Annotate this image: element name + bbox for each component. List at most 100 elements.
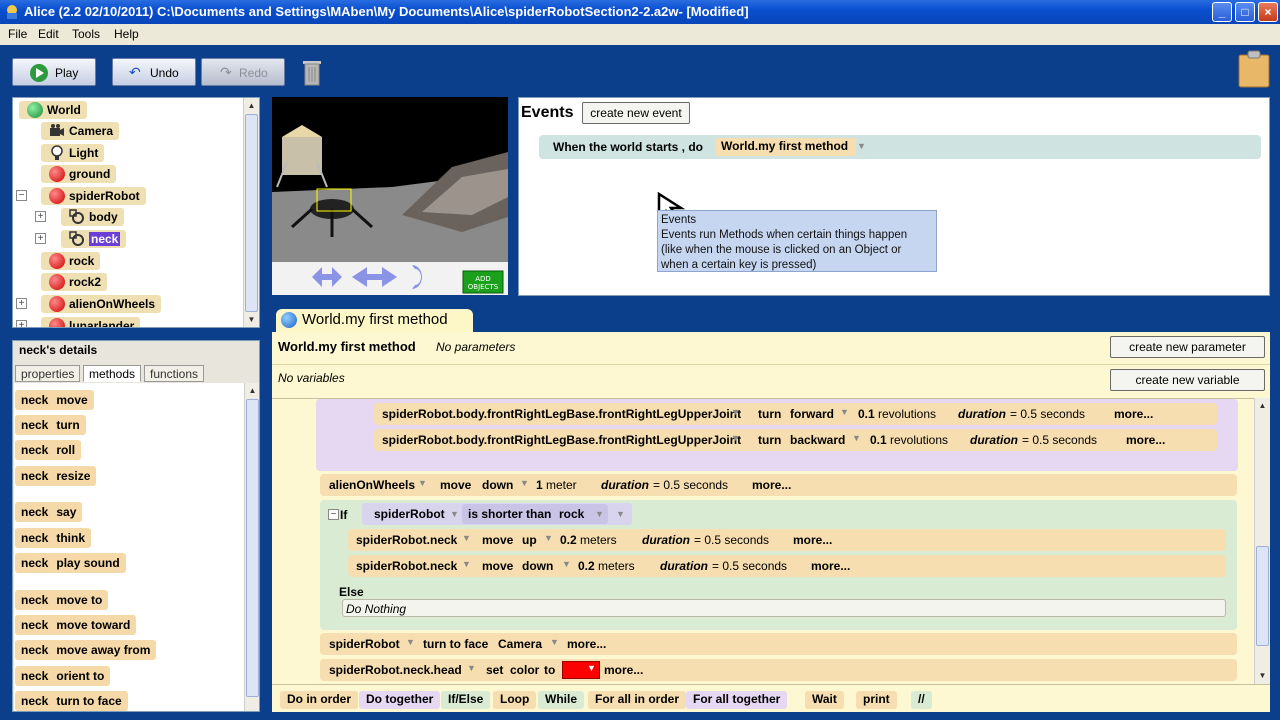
stmt-amount[interactable]: 0.2	[578, 559, 595, 573]
method-tile[interactable]: neck resize	[15, 466, 97, 486]
tab-methods[interactable]: methods	[83, 365, 142, 382]
dropdown-arrow-icon[interactable]: ▼	[462, 533, 471, 543]
create-new-variable-button[interactable]: create new variable	[1110, 369, 1265, 391]
dropdown-arrow-icon[interactable]: ▼	[595, 509, 604, 519]
redo-button[interactable]: ↷ Redo	[201, 58, 285, 86]
details-scrollbar[interactable]: ▲	[244, 383, 259, 711]
loop-tile[interactable]: Loop	[493, 691, 537, 709]
tree-item-ground[interactable]: ground	[41, 165, 117, 183]
scroll-thumb[interactable]	[246, 399, 259, 697]
scroll-down-icon[interactable]: ▼	[244, 312, 259, 327]
statement-line[interactable]: spiderRobot ▼ turn to face Camera ▼ more…	[320, 633, 1237, 655]
tree-item-lunarlander[interactable]: lunarlander	[41, 317, 141, 327]
scroll-thumb[interactable]	[1256, 546, 1269, 646]
method-tile[interactable]: neck roll	[15, 440, 82, 460]
tab-functions[interactable]: functions	[144, 365, 205, 382]
method-tile[interactable]: neck move	[15, 390, 94, 410]
while-tile[interactable]: While	[538, 691, 584, 709]
expand-toggle[interactable]: +	[35, 211, 46, 222]
tree-item-alienonwheels[interactable]: alienOnWheels	[41, 295, 162, 313]
stmt-direction[interactable]: down	[522, 559, 553, 573]
scroll-down-icon[interactable]: ▼	[1255, 668, 1270, 683]
tree-item-camera[interactable]: Camera	[41, 122, 120, 140]
condition-target[interactable]: rock	[559, 507, 584, 521]
stmt-direction[interactable]: backward	[790, 433, 845, 447]
collapse-toggle[interactable]: −	[328, 509, 339, 520]
create-new-parameter-button[interactable]: create new parameter	[1110, 336, 1265, 358]
for-all-together-tile[interactable]: For all together	[686, 691, 788, 709]
trash-icon[interactable]	[301, 57, 323, 87]
menu-edit[interactable]: Edit	[38, 27, 59, 41]
scroll-up-icon[interactable]: ▲	[244, 98, 259, 113]
minimize-button[interactable]: _	[1212, 2, 1232, 22]
stmt-amount[interactable]: 1	[536, 478, 543, 492]
method-tile[interactable]: neck play sound	[15, 553, 126, 573]
do-in-order-tile[interactable]: Do in order	[280, 691, 359, 709]
tree-item-world[interactable]: World	[19, 101, 87, 119]
stmt-duration-value[interactable]: = 0.5 seconds	[1010, 407, 1085, 421]
stmt-object[interactable]: spiderRobot.neck	[356, 533, 457, 547]
condition-object[interactable]: spiderRobot	[374, 507, 445, 521]
stmt-more[interactable]: more...	[752, 478, 791, 492]
print-tile[interactable]: print	[856, 691, 897, 709]
dropdown-arrow-icon[interactable]: ▼	[852, 433, 861, 443]
create-new-event-button[interactable]: create new event	[582, 102, 690, 124]
method-editor-tab[interactable]: World.my first method	[276, 309, 473, 332]
dropdown-arrow-icon[interactable]: ▼	[406, 637, 415, 647]
dropdown-arrow-icon[interactable]: ▼	[520, 478, 529, 488]
method-tile[interactable]: neck turn	[15, 415, 86, 435]
close-button[interactable]: ×	[1258, 2, 1278, 22]
statement-line[interactable]: spiderRobot.neck.head ▼ set color to ▼ m…	[320, 659, 1237, 681]
menu-help[interactable]: Help	[114, 27, 139, 41]
tree-item-rock2[interactable]: rock2	[41, 273, 108, 291]
scroll-up-icon[interactable]: ▲	[245, 383, 259, 398]
if-condition[interactable]: spiderRobot ▼ is shorter than rock ▼ ▼	[362, 503, 632, 525]
method-tile[interactable]: neck move to	[15, 590, 109, 610]
editor-scrollbar[interactable]: ▲ ▼	[1254, 398, 1270, 684]
expand-toggle[interactable]: +	[16, 320, 27, 327]
menu-tools[interactable]: Tools	[72, 27, 100, 41]
dropdown-arrow-icon[interactable]: ▼	[467, 663, 476, 673]
dropdown-arrow-icon[interactable]: ▼	[840, 407, 849, 417]
play-button[interactable]: Play	[12, 58, 96, 86]
dropdown-arrow-icon[interactable]: ▼	[544, 533, 553, 543]
statement-line[interactable]: spiderRobot.body.frontRightLegBase.front…	[374, 429, 1217, 451]
stmt-direction[interactable]: down	[482, 478, 513, 492]
stmt-more[interactable]: more...	[1114, 407, 1153, 421]
dropdown-arrow-icon[interactable]: ▼	[562, 559, 571, 569]
dropdown-arrow-icon[interactable]: ▼	[550, 637, 559, 647]
do-together-tile[interactable]: Do together	[359, 691, 441, 709]
dropdown-arrow-icon[interactable]: ▼	[418, 478, 427, 488]
dropdown-arrow-icon[interactable]: ▼	[587, 663, 596, 673]
method-tile[interactable]: neck say	[15, 502, 83, 522]
stmt-more[interactable]: more...	[1126, 433, 1165, 447]
wait-tile[interactable]: Wait	[805, 691, 844, 709]
stmt-duration-value[interactable]: = 0.5 seconds	[1022, 433, 1097, 447]
stmt-direction[interactable]: up	[522, 533, 537, 547]
tree-item-rock[interactable]: rock	[41, 252, 101, 270]
statement-line[interactable]: spiderRobot.neck ▼ move down ▼ 0.2 meter…	[348, 555, 1226, 577]
tree-item-body[interactable]: body	[61, 208, 124, 226]
event-tile[interactable]: When the world starts , do World.my firs…	[539, 135, 1261, 159]
method-tile[interactable]: neck move away from	[15, 640, 157, 660]
statement-line[interactable]: spiderRobot.body.frontRightLegBase.front…	[374, 403, 1217, 425]
add-objects-button[interactable]: ADD OBJECTS	[466, 275, 500, 291]
menu-file[interactable]: File	[8, 27, 27, 41]
stmt-object[interactable]: spiderRobot.body.frontRightLegBase.front…	[382, 433, 741, 447]
scroll-up-icon[interactable]: ▲	[1255, 398, 1270, 413]
stmt-more[interactable]: more...	[567, 637, 606, 651]
method-tile[interactable]: neck orient to	[15, 666, 111, 686]
tree-item-light[interactable]: Light	[41, 144, 105, 162]
stmt-duration-value[interactable]: = 0.5 seconds	[694, 533, 769, 547]
dropdown-arrow-icon[interactable]: ▼	[857, 141, 866, 151]
comment-tile[interactable]: //	[911, 691, 932, 709]
clipboard-icon[interactable]	[1238, 50, 1270, 88]
tree-item-spiderrobot[interactable]: spiderRobot	[41, 187, 146, 205]
do-nothing-slot[interactable]: Do Nothing	[342, 599, 1226, 617]
stmt-duration-value[interactable]: = 0.5 seconds	[653, 478, 728, 492]
world-view[interactable]: ADD OBJECTS	[272, 97, 508, 295]
stmt-amount[interactable]: 0.1	[870, 433, 887, 447]
maximize-button[interactable]: □	[1235, 2, 1255, 22]
stmt-object[interactable]: alienOnWheels	[329, 478, 415, 492]
dropdown-arrow-icon[interactable]: ▼	[616, 509, 625, 519]
